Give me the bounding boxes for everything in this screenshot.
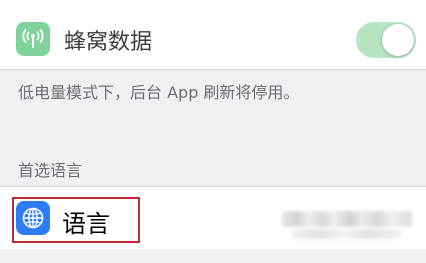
antenna-icon [16,22,50,56]
blurred-language-value [282,211,412,227]
toggle-knob [382,24,414,56]
previous-row-remnant [0,0,426,7]
preferred-language-header: 首选语言 [18,161,83,180]
language-highlight-box [12,197,140,243]
cellular-data-row[interactable]: 蜂窝数据 [0,7,426,70]
cellular-data-toggle[interactable] [356,22,416,58]
low-power-footnote: 低电量模式下，后台 App 刷新将停用。 [18,83,300,102]
next-section-gap [0,249,426,263]
blurred-language-value-secondary [292,229,402,239]
cellular-data-label: 蜂窝数据 [64,30,153,55]
